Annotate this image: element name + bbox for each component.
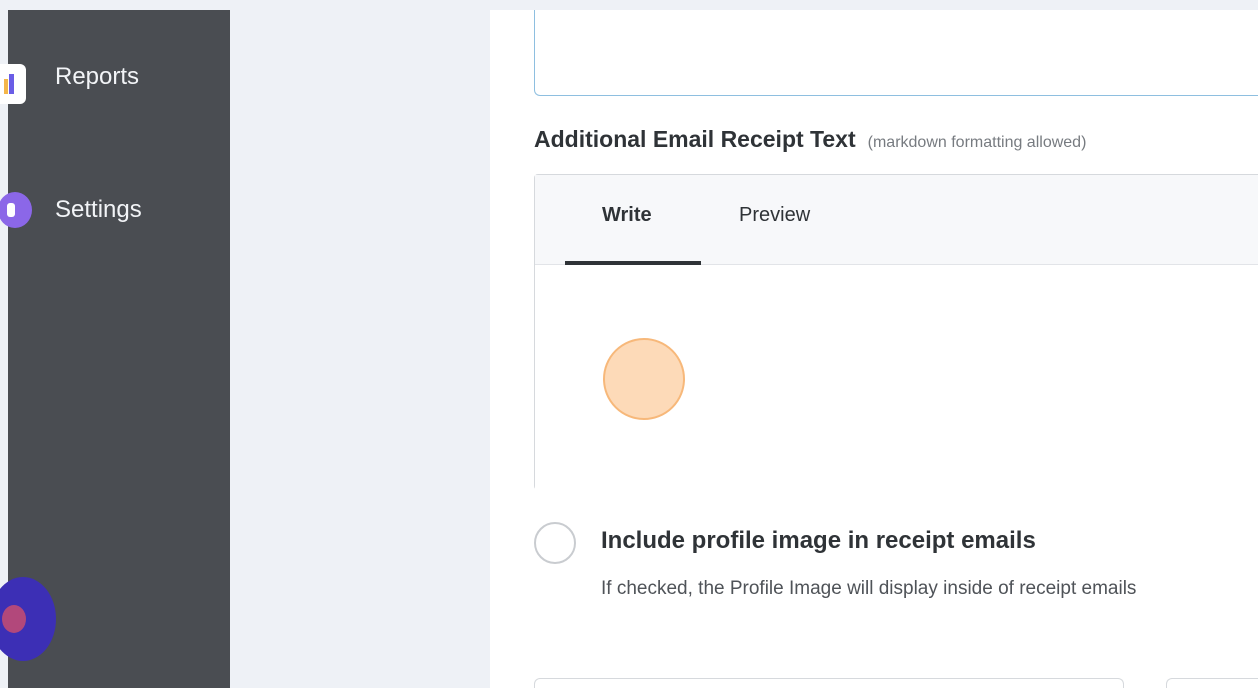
tab-preview[interactable]: Preview (739, 204, 810, 227)
editor-tab-bar: Write Preview (535, 175, 1258, 265)
sidebar-item-reports[interactable]: Reports (0, 57, 230, 104)
next-field[interactable] (534, 678, 1124, 688)
sidebar-item-settings[interactable]: Settings (0, 190, 230, 230)
tab-write[interactable]: Write (602, 204, 652, 227)
bar-chart-icon (0, 64, 26, 104)
include-profile-image-label[interactable]: Include profile image in receipt emails (601, 527, 1036, 555)
markdown-hint: (markdown formatting allowed) (867, 134, 1087, 151)
active-tab-indicator (565, 261, 701, 265)
main-content: Additional Email Receipt Text (markdown f… (490, 10, 1258, 688)
receipt-text-input[interactable] (535, 266, 1258, 490)
avatar-image (2, 605, 26, 633)
gear-icon (0, 192, 32, 228)
next-field[interactable] (1166, 678, 1258, 688)
include-profile-image-checkbox[interactable] (534, 522, 576, 564)
avatar[interactable] (0, 577, 56, 661)
click-indicator (603, 338, 685, 420)
receipt-text-heading: Additional Email Receipt Text (markdown f… (534, 126, 1086, 153)
receipt-text-title: Additional Email Receipt Text (534, 126, 856, 152)
include-profile-image-help: If checked, the Profile Image will displ… (601, 578, 1137, 599)
sidebar-item-label: Settings (55, 196, 142, 223)
sidebar: Reports Settings (0, 10, 230, 688)
markdown-editor: Write Preview (534, 174, 1258, 490)
bar-chart-icon-bar (4, 79, 8, 94)
sidebar-item-label: Reports (55, 63, 140, 90)
bar-chart-icon-bar (9, 74, 14, 94)
previous-text-field[interactable] (534, 10, 1258, 96)
